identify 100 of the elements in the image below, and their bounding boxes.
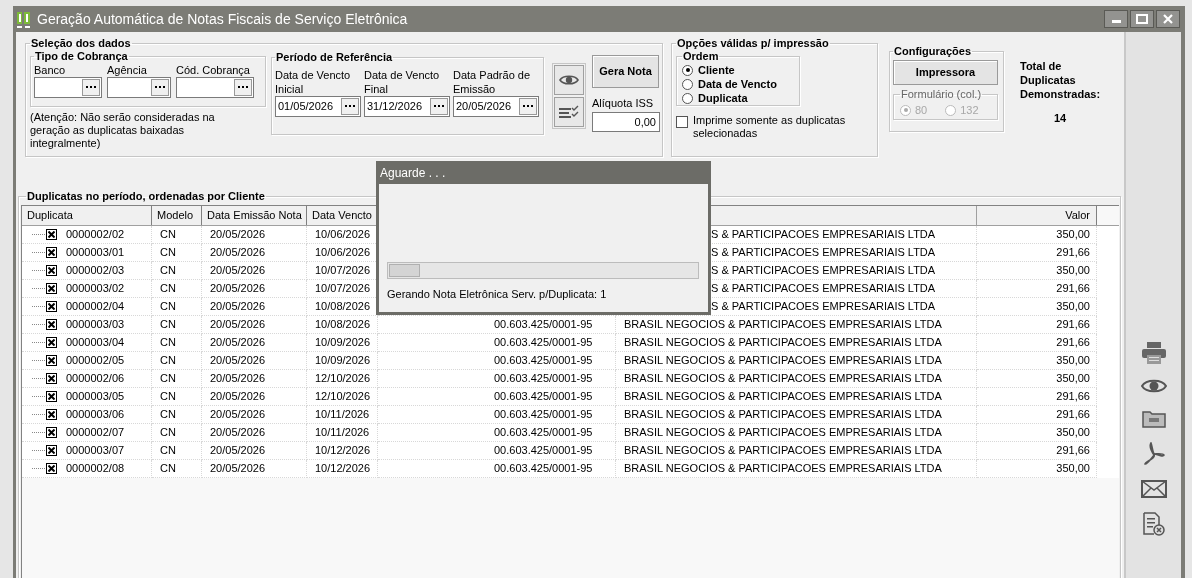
table-cell-text: 20/05/2026 (210, 317, 266, 333)
table-cell-text: 10/07/2026 (315, 263, 371, 279)
table-cell-text: 0000003/03 (66, 317, 125, 333)
table-cell-text: 20/05/2026 (210, 389, 266, 405)
table-cell-text: CN (160, 461, 176, 477)
table-cell-text: CN (160, 263, 176, 279)
group-title: Duplicatas no período, ordenadas por Cliente (26, 190, 266, 203)
table-cell-text: 10/11/2026 (315, 425, 370, 441)
table-cell-text: 0000003/05 (66, 389, 125, 405)
group-title: Ordem (682, 50, 720, 63)
table-cell-text: 12/10/2026 (315, 371, 371, 387)
table-cell-text: 10/08/2026 (315, 317, 371, 333)
radio-label: Cliente (698, 62, 735, 78)
table-cell-text: CN (160, 407, 176, 423)
table-cell-text: 291,66 (1056, 407, 1090, 423)
table-cell-text: 20/05/2026 (210, 461, 266, 477)
table-cell-text: 10/08/2026 (315, 299, 371, 315)
progress-message: Gerando Nota Eletrônica Serv. p/Duplicata: 1 (387, 287, 608, 302)
table-cell-text: CN (160, 335, 176, 351)
table-cell-text: S & PARTICIPACOES EMPRESARIAIS LTDA (711, 299, 936, 315)
table-cell-text: 350,00 (1056, 461, 1090, 477)
table-cell-text: 350,00 (1056, 263, 1090, 279)
field-label: Data de Vencto Final (364, 68, 441, 96)
table-cell-text: 00.603.425/0001-95 (494, 425, 593, 441)
table-cell-text: 0000002/02 (66, 227, 125, 243)
table-cell-text: CN (160, 227, 176, 243)
table-cell-text: 350,00 (1056, 371, 1090, 387)
table-cell-text: CN (160, 371, 176, 387)
table-cell-text: CN (160, 317, 176, 333)
total-value: 14 (1053, 111, 1067, 126)
table-cell-text: BRASIL NEGOCIOS & PARTICIPACOES EMPRESARIAIS LTDA (624, 371, 942, 387)
table-cell-text: 291,66 (1056, 335, 1090, 351)
table-cell-text: BRASIL NEGOCIOS & PARTICIPACOES EMPRESARIAIS LTDA (624, 335, 942, 351)
table-cell-text: 00.603.425/0001-95 (494, 335, 593, 351)
table-cell-text: 00.603.425/0001-95 (494, 443, 593, 459)
table-cell-text: BRASIL NEGOCIOS & PARTICIPACOES EMPRESARIAIS LTDA (624, 461, 942, 477)
table-cell-text: 20/05/2026 (210, 299, 266, 315)
table-cell-text: 10/07/2026 (315, 281, 371, 297)
radio-label: Duplicata (698, 90, 748, 106)
table-cell-text: CN (160, 353, 176, 369)
table-cell-text: CN (160, 389, 176, 405)
table-cell-text: 10/12/2026 (315, 461, 371, 477)
table-cell-text: 291,66 (1056, 443, 1090, 459)
group-title: Tipo de Cobrança (34, 50, 129, 63)
table-cell-text: S & PARTICIPACOES EMPRESARIAIS LTDA (711, 263, 936, 279)
table-cell-text: 291,66 (1056, 281, 1090, 297)
table-cell-text: 10/12/2026 (315, 443, 371, 459)
table-cell-text: 00.603.425/0001-95 (494, 353, 593, 369)
total-label: Total de Duplicatas Demonstradas: (1020, 59, 1102, 101)
table-cell-text: BRASIL NEGOCIOS & PARTICIPACOES EMPRESARIAIS LTDA (624, 353, 942, 369)
table-cell-text: 291,66 (1056, 245, 1090, 261)
table-cell-text: CN (160, 245, 176, 261)
table-cell-text: 10/11/2026 (315, 407, 370, 423)
table-cell-text: 20/05/2026 (210, 227, 266, 243)
table-cell-text: 0000003/01 (66, 245, 125, 261)
table-cell-text: BRASIL NEGOCIOS & PARTICIPACOES EMPRESARIAIS LTDA (624, 425, 942, 441)
table-cell-text: 0000003/07 (66, 443, 125, 459)
table-cell-text: CN (160, 443, 176, 459)
table-cell-text: 0000002/06 (66, 371, 125, 387)
table-cell-text: 20/05/2026 (210, 371, 266, 387)
window-title: Geração Automática de Notas Fiscais de Serviço Eletrônica (37, 9, 408, 29)
table-cell-text: 0000002/08 (66, 461, 125, 477)
table-cell-text: 00.603.425/0001-95 (494, 407, 593, 423)
table-cell-text: 12/10/2026 (315, 389, 371, 405)
table-cell-text: 20/05/2026 (210, 245, 266, 261)
field-label: Cód. Cobrança (176, 63, 251, 77)
field-label: Data Padrão de Emissão (453, 68, 532, 96)
table-cell-text: BRASIL NEGOCIOS & PARTICIPACOES EMPRESARIAIS LTDA (624, 389, 942, 405)
table-cell-text: 10/06/2026 (315, 245, 371, 261)
table-cell-text: 0000003/06 (66, 407, 125, 423)
radio-label: 132 (960, 103, 979, 118)
table-cell-text: 0000002/05 (66, 353, 125, 369)
group-title: Opções válidas p/ impressão (676, 37, 830, 50)
table-cell-text: 00.603.425/0001-95 (494, 371, 593, 387)
group-title: Formulário (col.) (900, 88, 983, 101)
table-cell-text: CN (160, 281, 176, 297)
table-cell-text: 291,66 (1056, 389, 1090, 405)
field-label: Alíquota ISS (592, 97, 655, 110)
group-title: Configurações (893, 45, 972, 58)
table-cell-text: 20/05/2026 (210, 443, 266, 459)
field-label: Data de Vencto Inicial (275, 68, 352, 96)
table-cell-text: 10/09/2026 (315, 335, 371, 351)
checkbox-label: Imprime somente as duplicatas selecionadas (693, 114, 847, 140)
field-label: Banco (34, 63, 67, 77)
table-cell-text: 00.603.425/0001-95 (494, 389, 593, 405)
table-cell-text: 20/05/2026 (210, 425, 266, 441)
table-cell-text: S & PARTICIPACOES EMPRESARIAIS LTDA (711, 245, 936, 261)
table-cell-text: CN (160, 299, 176, 315)
radio-label: Data de Vencto (698, 76, 777, 92)
table-cell-text: 0000003/02 (66, 281, 125, 297)
table-cell-text: 20/05/2026 (210, 281, 266, 297)
table-cell-text: 350,00 (1056, 227, 1090, 243)
note-text: (Atenção: Não serão consideradas na geração as duplicatas baixadas integralmente) (30, 111, 216, 150)
table-cell-text: 10/09/2026 (315, 353, 371, 369)
table-cell-text: S & PARTICIPACOES EMPRESARIAIS LTDA (711, 281, 936, 297)
table-cell-text: 350,00 (1056, 353, 1090, 369)
table-cell-text: 350,00 (1056, 425, 1090, 441)
table-cell-text: 20/05/2026 (210, 353, 266, 369)
group-title: Seleção dos dados (30, 37, 132, 50)
table-cell-text: BRASIL NEGOCIOS & PARTICIPACOES EMPRESARIAIS LTDA (624, 407, 942, 423)
